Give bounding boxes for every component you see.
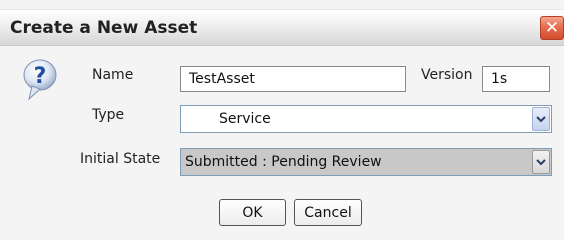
close-button[interactable]: ✕ [540,16,564,40]
initial-state-select-value: Submitted : Pending Review [185,154,382,170]
type-select[interactable]: Service [180,105,552,133]
chevron-down-icon [536,111,546,127]
svg-text:?: ? [34,64,47,89]
chevron-down-icon [536,154,546,170]
dialog-titlebar[interactable]: Create a New Asset ✕ [0,9,564,46]
type-dropdown-button[interactable] [532,107,550,131]
version-field[interactable]: 1s [482,66,550,92]
question-icon: ? [23,59,57,101]
type-select-value: Service [219,111,271,127]
create-asset-dialog: Create a New Asset ✕ ? Name TestAsset Ve… [0,0,564,240]
name-label: Name [92,67,134,83]
version-label: Version [421,67,473,83]
initial-state-select[interactable]: Submitted : Pending Review [180,148,552,176]
dialog-title: Create a New Asset [10,18,198,38]
ok-button[interactable]: OK [219,199,286,226]
type-label: Type [92,107,125,123]
name-field[interactable]: TestAsset [180,66,406,92]
initial-state-dropdown-button[interactable] [532,150,550,174]
cancel-button[interactable]: Cancel [294,199,362,226]
close-icon: ✕ [544,18,560,38]
initial-state-label: Initial State [80,151,161,167]
